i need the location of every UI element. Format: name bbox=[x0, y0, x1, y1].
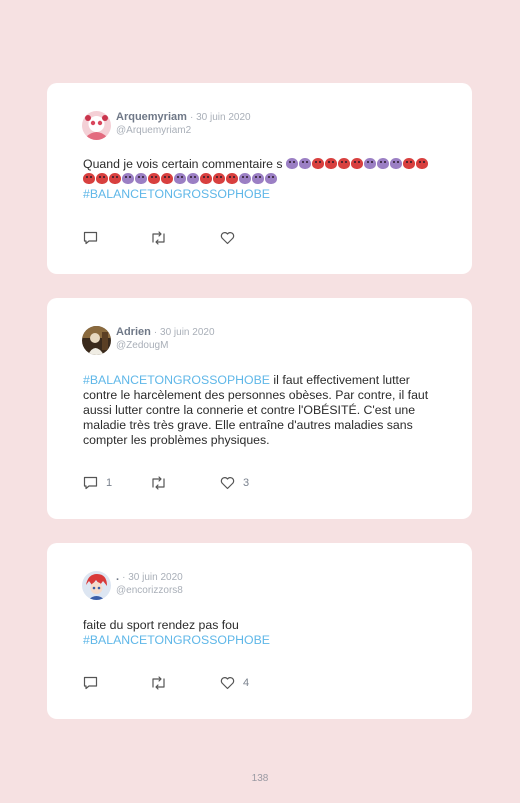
retweet-icon bbox=[152, 476, 165, 490]
author-name[interactable]: Adrien bbox=[116, 326, 151, 338]
reply-count: 1 bbox=[106, 477, 113, 489]
devil-emoji bbox=[239, 173, 251, 184]
angry-face-emoji bbox=[96, 173, 108, 184]
angry-face-emoji bbox=[109, 173, 121, 184]
retweet-button[interactable] bbox=[150, 475, 167, 491]
devil-emoji bbox=[364, 158, 376, 169]
hashtag-link[interactable]: #BALANCETONGROSSOPHOBE bbox=[83, 373, 270, 387]
angry-face-emoji bbox=[200, 173, 212, 184]
like-icon bbox=[220, 477, 235, 490]
reply-icon bbox=[83, 476, 98, 490]
devil-emoji bbox=[286, 158, 298, 169]
tweet-date: · 30 juin 2020 bbox=[189, 112, 251, 123]
devil-emoji bbox=[174, 173, 186, 184]
author-name[interactable]: . bbox=[116, 571, 119, 583]
angry-face-emoji bbox=[416, 158, 428, 169]
devil-emoji bbox=[187, 173, 199, 184]
reply-button[interactable] bbox=[83, 675, 98, 691]
like-button[interactable]: 3 bbox=[220, 475, 249, 491]
tweet-body: Quand je vois certain commentaire s bbox=[83, 157, 283, 171]
angry-face-emoji bbox=[148, 173, 160, 184]
angry-face-emoji bbox=[325, 158, 337, 169]
avatar[interactable] bbox=[82, 571, 111, 600]
author-name[interactable]: Arquemyriam bbox=[116, 111, 187, 123]
tweet-actions bbox=[83, 230, 283, 246]
like-button[interactable] bbox=[220, 230, 235, 246]
tweet-actions: 4 bbox=[83, 675, 283, 691]
author-handle[interactable]: @ZedougM bbox=[116, 339, 215, 353]
devil-emoji bbox=[252, 173, 264, 184]
like-icon bbox=[220, 677, 235, 690]
tweet-text: faite du sport rendez pas fou #BALANCETO… bbox=[83, 618, 439, 648]
tweet-card-1: Arquemyriam · 30 juin 2020 @Arquemyriam2… bbox=[47, 83, 472, 274]
devil-emoji bbox=[265, 173, 277, 184]
devil-emoji bbox=[377, 158, 389, 169]
tweet-text: Quand je vois certain commentaire s #BAL… bbox=[83, 157, 439, 202]
tweet-card-2: Adrien · 30 juin 2020 @ZedougM #BALANCET… bbox=[47, 298, 472, 519]
tweet-body: faite du sport rendez pas fou bbox=[83, 618, 239, 632]
retweet-button[interactable] bbox=[150, 230, 167, 246]
angry-face-emoji bbox=[312, 158, 324, 169]
devil-emoji bbox=[122, 173, 134, 184]
like-count: 3 bbox=[243, 477, 250, 489]
like-button[interactable]: 4 bbox=[220, 675, 249, 691]
angry-face-emoji bbox=[213, 173, 225, 184]
angry-face-emoji bbox=[226, 173, 238, 184]
angry-face-emoji bbox=[403, 158, 415, 169]
devil-emoji bbox=[299, 158, 311, 169]
tweet-actions: 1 3 bbox=[83, 475, 283, 491]
angry-face-emoji bbox=[338, 158, 350, 169]
tweet-date: · 30 juin 2020 bbox=[153, 327, 215, 338]
author-handle[interactable]: @Arquemyriam2 bbox=[116, 124, 251, 138]
avatar[interactable] bbox=[82, 326, 111, 355]
tweet-text: #BALANCETONGROSSOPHOBE il faut effective… bbox=[83, 373, 439, 448]
like-icon bbox=[220, 232, 235, 245]
hashtag-link[interactable]: #BALANCETONGROSSOPHOBE bbox=[83, 633, 270, 647]
reply-icon bbox=[83, 676, 98, 690]
reply-button[interactable] bbox=[83, 230, 98, 246]
retweet-icon bbox=[152, 231, 165, 245]
retweet-icon bbox=[152, 676, 165, 690]
like-count: 4 bbox=[243, 677, 250, 689]
tweet-date: · 30 juin 2020 bbox=[122, 572, 183, 583]
author-handle[interactable]: @encorizzors8 bbox=[116, 584, 183, 598]
page-number: 138 bbox=[251, 773, 269, 784]
reply-icon bbox=[83, 231, 98, 245]
devil-emoji bbox=[135, 173, 147, 184]
angry-face-emoji bbox=[161, 173, 173, 184]
retweet-button[interactable] bbox=[150, 675, 167, 691]
hashtag-link[interactable]: #BALANCETONGROSSOPHOBE bbox=[83, 187, 270, 201]
tweet-card-3: . · 30 juin 2020 @encorizzors8 faite du … bbox=[47, 543, 472, 719]
devil-emoji bbox=[390, 158, 402, 169]
angry-face-emoji bbox=[351, 158, 363, 169]
avatar[interactable] bbox=[82, 111, 111, 140]
angry-face-emoji bbox=[83, 173, 95, 184]
reply-button[interactable]: 1 bbox=[83, 475, 112, 491]
